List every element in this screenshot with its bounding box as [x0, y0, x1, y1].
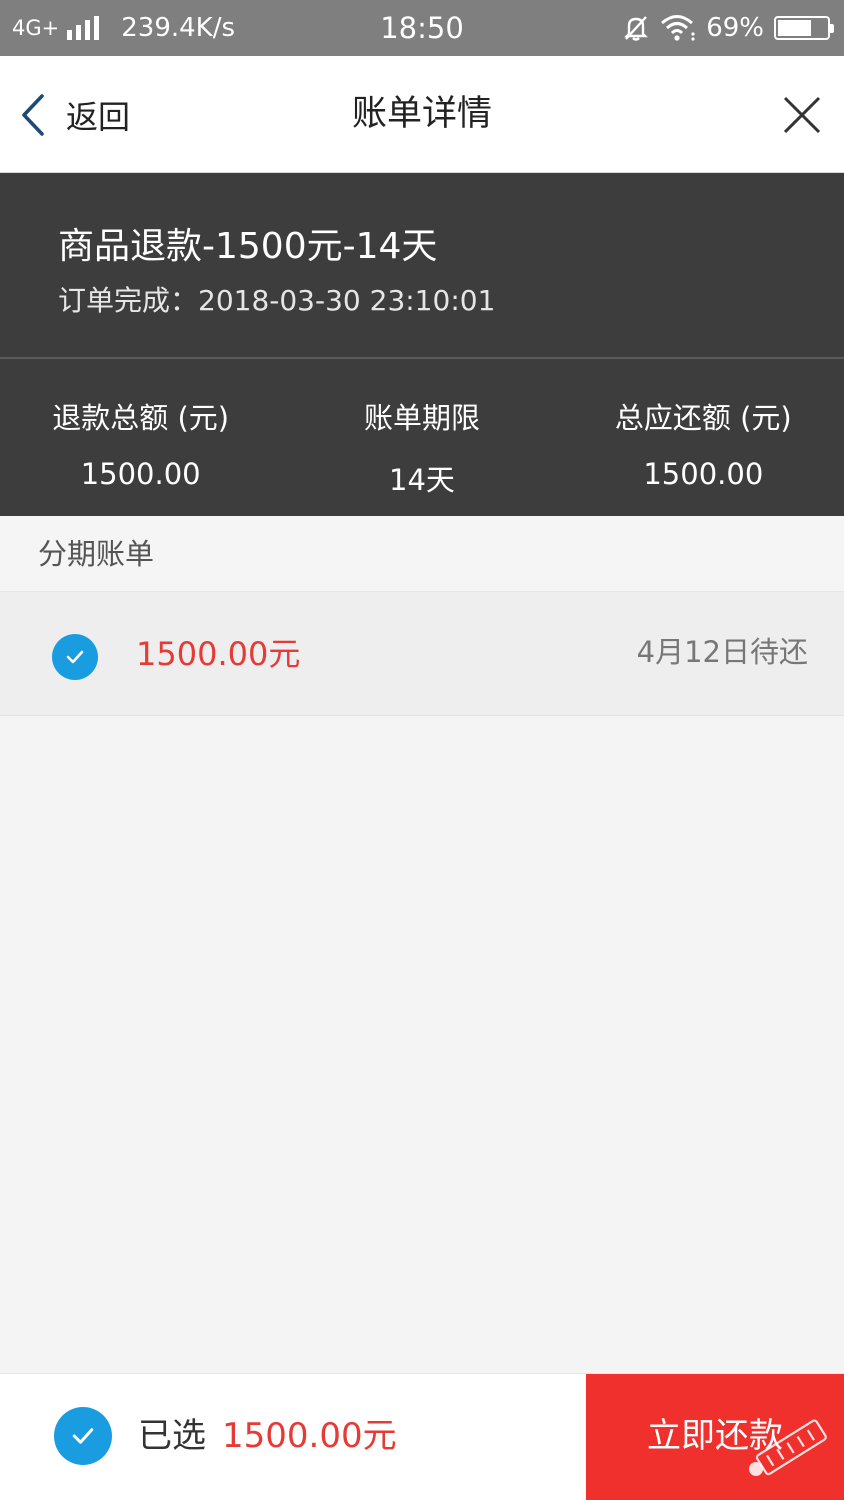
summary-stats: 退款总额 (元) 1500.00 账单期限 14天 总应还额 (元) 1500.… [0, 359, 844, 516]
empty-area [0, 717, 844, 1373]
network-speed: 239.4K/s [121, 13, 236, 43]
selected-label: 已选 [138, 1416, 206, 1456]
select-all-checkbox-icon[interactable] [54, 1407, 112, 1465]
installment-row[interactable]: 1500.00元 4月12日待还 [0, 592, 844, 716]
battery-icon [774, 16, 834, 40]
bill-detail-page: 4G+ 239.4K/s 18:50 69% 返回 账单详情 商品退款-1500… [0, 0, 844, 1500]
stat-label: 总应还额 (元) [614, 401, 792, 435]
stat-value: 14天 [389, 463, 455, 497]
checkmark-icon [72, 1428, 94, 1444]
footer-bar: 已选 1500.00元 立即还款 [0, 1373, 844, 1500]
order-completed-time: 订单完成：2018-03-30 23:10:01 [58, 284, 496, 317]
close-icon[interactable] [782, 95, 822, 135]
stat-value: 1500.00 [80, 457, 201, 491]
stat-refund-total: 退款总额 (元) 1500.00 [0, 359, 281, 516]
checkmark-icon [66, 650, 84, 664]
wifi-icon [661, 15, 695, 41]
stat-label: 退款总额 (元) [52, 401, 230, 435]
order-title: 商品退款-1500元-14天 [58, 226, 438, 267]
signal-icon [67, 16, 103, 40]
installment-amount: 1500.00元 [136, 635, 301, 673]
mute-bell-icon [624, 16, 649, 41]
order-header: 商品退款-1500元-14天 订单完成：2018-03-30 23:10:01 … [0, 173, 844, 516]
status-left: 4G+ 239.4K/s [12, 0, 235, 56]
nav-bar: 返回 账单详情 [0, 56, 844, 173]
back-label: 返回 [66, 97, 131, 136]
status-bar: 4G+ 239.4K/s 18:50 69% [0, 0, 844, 56]
stat-bill-term: 账单期限 14天 [281, 359, 562, 516]
stat-label: 账单期限 [363, 401, 480, 435]
status-right: 69% [622, 0, 834, 56]
selected-amount: 1500.00元 [222, 1416, 397, 1456]
stat-total-due: 总应还额 (元) 1500.00 [563, 359, 844, 516]
section-title: 分期账单 [38, 537, 155, 571]
network-type: 4G+ [12, 16, 60, 40]
chevron-left-icon [22, 93, 44, 136]
watermark-logo-icon [749, 1419, 827, 1476]
installments-header: 分期账单 [0, 516, 844, 592]
installment-due-date: 4月12日待还 [636, 635, 808, 669]
back-button[interactable]: 返回 [20, 56, 130, 173]
checkbox-checked-icon[interactable] [52, 634, 98, 680]
stat-value: 1500.00 [643, 457, 764, 491]
repay-now-button[interactable]: 立即还款 [586, 1374, 844, 1500]
battery-fill [778, 20, 812, 36]
battery-percent: 69% [706, 13, 764, 43]
